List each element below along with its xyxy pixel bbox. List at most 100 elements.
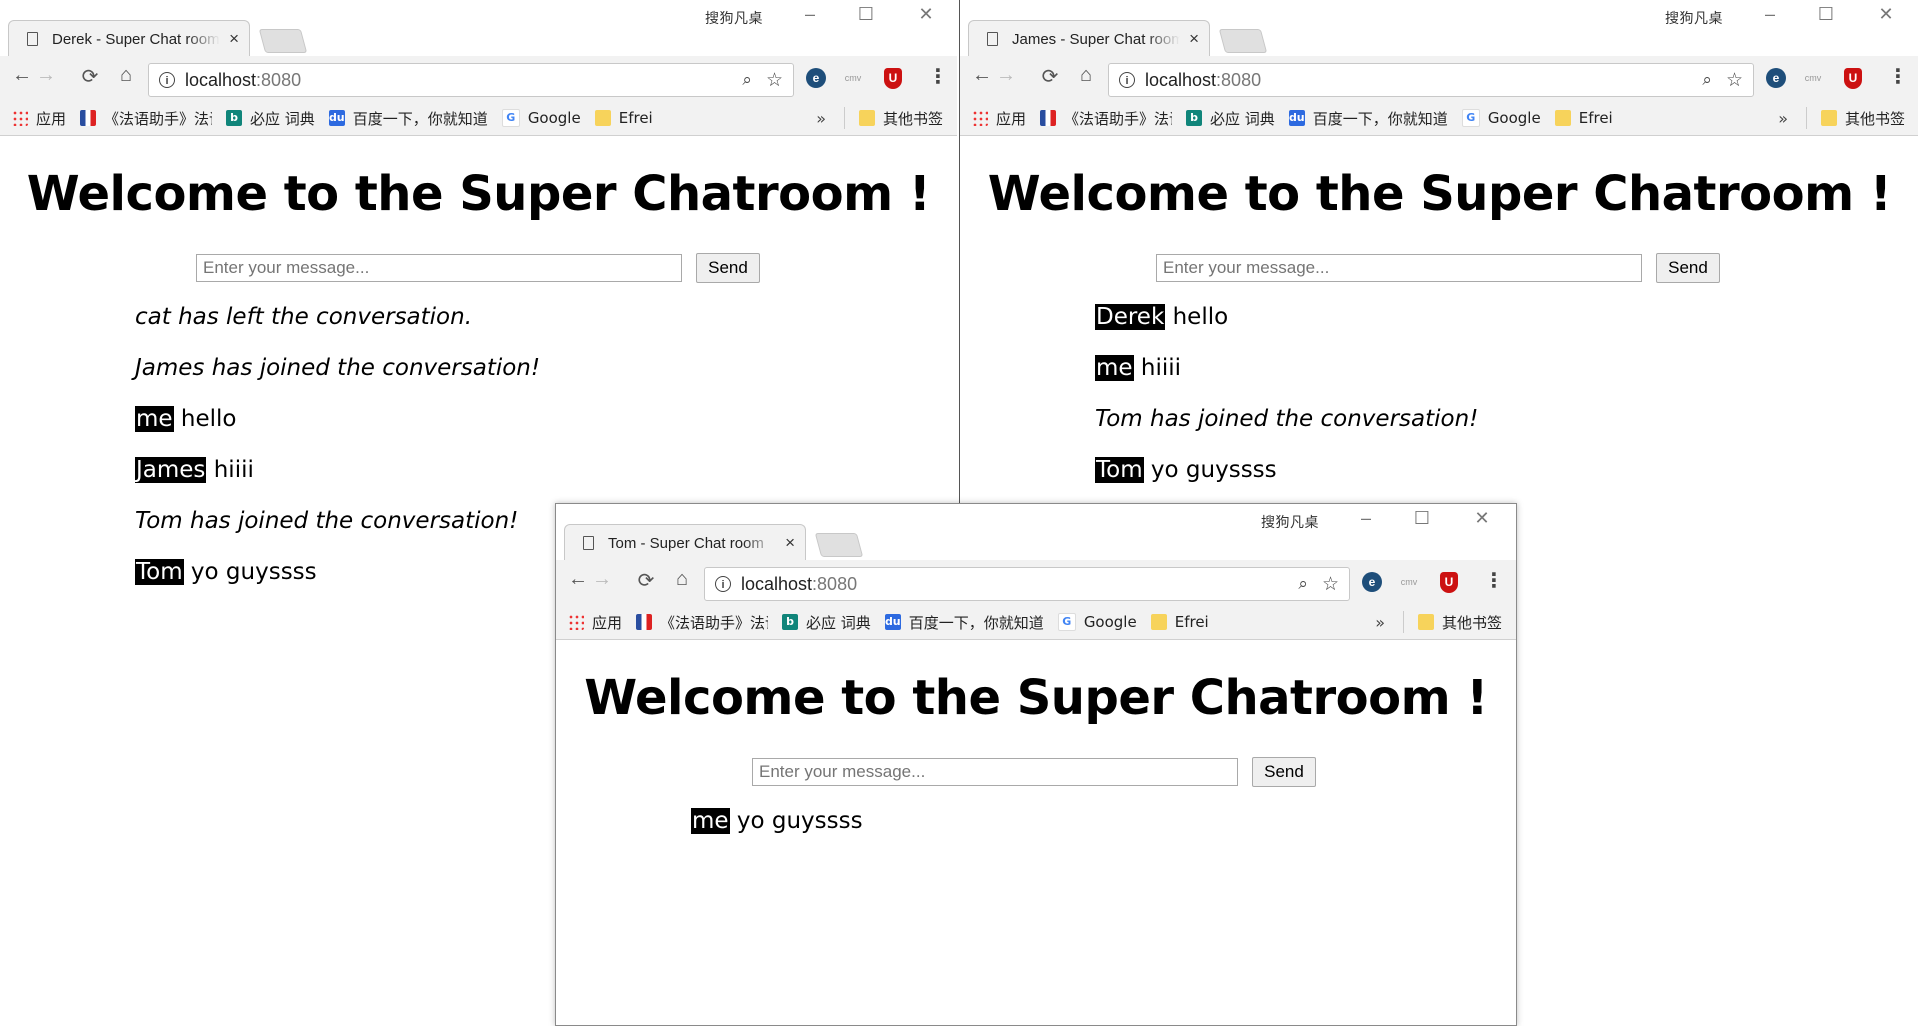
bookmark-google[interactable]: G Google: [1461, 109, 1541, 127]
bookmark-google[interactable]: G Google: [501, 109, 581, 127]
zoom-icon[interactable]: ⌕: [742, 70, 752, 90]
bookmark-baidu[interactable]: du 百度一下，你就知道: [1288, 108, 1448, 129]
send-button[interactable]: Send: [696, 253, 760, 283]
extension-shield-icon[interactable]: U: [1440, 572, 1458, 593]
tab-close-icon[interactable]: ×: [785, 533, 795, 553]
bookmark-efrei[interactable]: Efrei: [1554, 109, 1613, 127]
maximize-icon[interactable]: ☐: [846, 4, 886, 25]
bookmark-other[interactable]: 其他书签: [858, 108, 943, 129]
tab-active[interactable]: Tom - Super Chat room ×: [564, 524, 806, 561]
extension-cmv-icon[interactable]: cmv: [1396, 572, 1422, 592]
message-input[interactable]: [752, 758, 1238, 786]
more-bookmarks-icon[interactable]: »: [816, 109, 826, 128]
extension-cmv-icon[interactable]: cmv: [1800, 68, 1826, 88]
reload-icon[interactable]: ⟳: [1036, 64, 1064, 89]
bookmark-french[interactable]: 《法语助手》法语在线: [636, 612, 768, 633]
system-message: Tom has joined the conversation!: [1095, 406, 1478, 457]
system-message: Tom has joined the conversation!: [135, 508, 540, 559]
forward-icon[interactable]: →: [992, 64, 1020, 87]
system-app-label: 搜狗凡桌: [705, 11, 763, 27]
reload-icon[interactable]: ⟳: [632, 568, 660, 593]
menu-icon[interactable]: ⋮: [1484, 568, 1504, 593]
bookmark-star-icon[interactable]: ☆: [766, 69, 783, 92]
maximize-icon[interactable]: ☐: [1806, 4, 1846, 25]
bookmark-efrei[interactable]: Efrei: [1150, 613, 1209, 631]
site-info-icon[interactable]: i: [715, 576, 731, 592]
bookmark-other[interactable]: 其他书签: [1417, 612, 1502, 633]
french-flag-icon: [80, 110, 97, 126]
tab-close-icon[interactable]: ×: [229, 29, 239, 49]
url-text: localhost:8080: [185, 69, 302, 90]
zoom-icon[interactable]: ⌕: [1298, 574, 1308, 594]
send-button[interactable]: Send: [1656, 253, 1720, 283]
bookmark-other[interactable]: 其他书签: [1820, 108, 1905, 129]
minimize-icon[interactable]: –: [790, 4, 830, 25]
minimize-icon[interactable]: –: [1750, 4, 1790, 25]
address-bar[interactable]: i localhost:8080 ⌕ ☆: [1108, 63, 1754, 97]
bookmark-star-icon[interactable]: ☆: [1322, 573, 1339, 596]
address-bar[interactable]: i localhost:8080 ⌕ ☆: [704, 567, 1350, 601]
bookmark-bing[interactable]: b 必应 词典: [782, 612, 871, 633]
new-tab-button[interactable]: [814, 533, 864, 557]
maximize-icon[interactable]: ☐: [1402, 508, 1442, 529]
baidu-icon: du: [1288, 110, 1305, 126]
tab-active[interactable]: Derek - Super Chat room ×: [8, 20, 250, 57]
reload-icon[interactable]: ⟳: [76, 64, 104, 89]
bookmark-apps[interactable]: 应用: [12, 108, 66, 129]
message-author: me: [691, 808, 730, 834]
bookmark-google[interactable]: G Google: [1057, 613, 1137, 631]
google-icon: G: [1057, 613, 1076, 631]
bookmark-apps[interactable]: 应用: [972, 108, 1026, 129]
bookmark-bing[interactable]: b 必应 词典: [1186, 108, 1275, 129]
new-tab-button[interactable]: [1218, 29, 1268, 53]
menu-icon[interactable]: ⋮: [1888, 64, 1908, 89]
home-icon[interactable]: ⌂: [112, 64, 140, 87]
extension-e-icon[interactable]: e: [1766, 68, 1786, 88]
bookmark-efrei[interactable]: Efrei: [594, 109, 653, 127]
bookmarks-bar: 应用 《法语助手》法语在线 b必应 词典 du百度一下，你就知道 GGoogle…: [556, 605, 1516, 639]
bookmark-french[interactable]: 《法语助手》法语在线: [1040, 108, 1172, 129]
menu-icon[interactable]: ⋮: [928, 64, 948, 89]
chat-message: Tom yo guyssss: [135, 559, 540, 610]
close-window-icon[interactable]: ✕: [1462, 508, 1502, 529]
bookmark-baidu[interactable]: du 百度一下，你就知道: [884, 612, 1044, 633]
bookmark-apps[interactable]: 应用: [568, 612, 622, 633]
bookmark-star-icon[interactable]: ☆: [1726, 69, 1743, 92]
extension-e-icon[interactable]: e: [806, 68, 826, 88]
bookmarks-bar: 应用 《法语助手》法语在线 b必应 词典 du百度一下，你就知道 GGoogle…: [960, 101, 1918, 135]
chat-message: me hiiii: [1095, 355, 1478, 406]
extension-e-icon[interactable]: e: [1362, 572, 1382, 592]
forward-icon[interactable]: →: [32, 64, 60, 87]
more-bookmarks-icon[interactable]: »: [1375, 613, 1385, 632]
close-window-icon[interactable]: ✕: [906, 4, 946, 25]
bookmark-baidu[interactable]: du 百度一下，你就知道: [328, 108, 488, 129]
home-icon[interactable]: ⌂: [668, 568, 696, 591]
minimize-icon[interactable]: –: [1346, 508, 1386, 529]
message-text: hello: [173, 406, 237, 432]
message-input[interactable]: [196, 254, 682, 282]
message-text: Tom has joined the conversation!: [135, 508, 519, 534]
extension-shield-icon[interactable]: U: [1844, 68, 1862, 89]
forward-icon[interactable]: →: [588, 568, 616, 591]
site-info-icon[interactable]: i: [1119, 72, 1135, 88]
chat-message: Tom yo guyssss: [1095, 457, 1478, 508]
tab-active[interactable]: James - Super Chat room ×: [968, 20, 1210, 57]
extension-shield-icon[interactable]: U: [884, 68, 902, 89]
more-bookmarks-icon[interactable]: »: [1778, 109, 1788, 128]
url-text: localhost:8080: [1145, 69, 1262, 90]
bookmark-french[interactable]: 《法语助手》法语在线: [80, 108, 212, 129]
extension-cmv-icon[interactable]: cmv: [840, 68, 866, 88]
message-text: hello: [1165, 304, 1229, 330]
close-window-icon[interactable]: ✕: [1866, 4, 1906, 25]
new-tab-button[interactable]: [258, 29, 308, 53]
send-button[interactable]: Send: [1252, 757, 1316, 787]
zoom-icon[interactable]: ⌕: [1702, 70, 1712, 90]
bookmark-bing[interactable]: b 必应 词典: [226, 108, 315, 129]
home-icon[interactable]: ⌂: [1072, 64, 1100, 87]
chat-page: Welcome to the Super Chatroom ! Send me …: [556, 640, 1516, 1025]
page-title: Welcome to the Super Chatroom !: [987, 166, 1892, 222]
message-input[interactable]: [1156, 254, 1642, 282]
address-bar[interactable]: i localhost:8080 ⌕ ☆: [148, 63, 794, 97]
site-info-icon[interactable]: i: [159, 72, 175, 88]
tab-close-icon[interactable]: ×: [1189, 29, 1199, 49]
